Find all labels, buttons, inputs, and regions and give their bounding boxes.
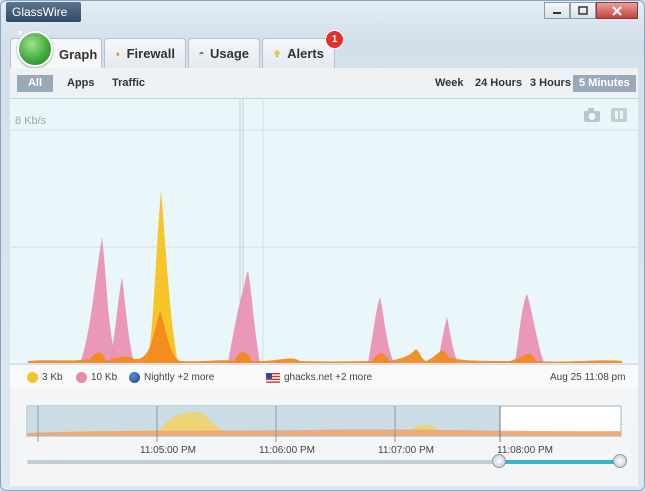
tab-usage[interactable]: Usage bbox=[188, 38, 260, 68]
tab-firewall[interactable]: Firewall bbox=[104, 38, 186, 68]
camera-icon[interactable] bbox=[584, 108, 600, 122]
fire-icon bbox=[116, 51, 120, 56]
filter-all[interactable]: All bbox=[17, 75, 53, 92]
close-icon bbox=[612, 5, 622, 16]
graph-legend: 3 Kb 10 Kb Nightly +2 more ghacks.net +2… bbox=[10, 364, 638, 391]
legend-outgoing[interactable]: 10 Kb bbox=[76, 372, 117, 383]
range-week[interactable]: Week bbox=[429, 75, 470, 92]
incoming-arrow-icon bbox=[27, 372, 38, 383]
close-button[interactable] bbox=[596, 2, 638, 19]
minimize-icon bbox=[553, 11, 561, 14]
usage-icon bbox=[199, 51, 204, 56]
timeline-tick: 11:07:00 PM bbox=[378, 445, 434, 456]
tab-graph-label: Graph bbox=[59, 46, 98, 62]
filter-apps[interactable]: Apps bbox=[61, 75, 101, 92]
legend-incoming[interactable]: 3 Kb bbox=[27, 372, 63, 383]
us-flag-icon bbox=[266, 372, 280, 383]
maximize-button[interactable] bbox=[570, 2, 596, 19]
range-24-hours[interactable]: 24 Hours bbox=[469, 75, 528, 92]
tab-usage-label: Usage bbox=[209, 46, 249, 61]
legend-app[interactable]: Nightly +2 more bbox=[129, 372, 214, 383]
legend-timestamp: Aug 25 11:08 pm bbox=[550, 372, 625, 383]
tab-graph[interactable]: Graph bbox=[10, 31, 102, 69]
timeline-canvas bbox=[26, 405, 622, 464]
legend-incoming-value: 3 Kb bbox=[42, 372, 63, 383]
graph-icon bbox=[17, 31, 53, 67]
timeline-tick: 11:05:00 PM bbox=[140, 445, 196, 456]
app-menu-label: GlassWire bbox=[12, 5, 68, 19]
filter-traffic[interactable]: Traffic bbox=[106, 75, 151, 92]
timeline-end-handle[interactable] bbox=[613, 454, 627, 468]
app-menu-button[interactable]: GlassWire ▼ bbox=[6, 2, 81, 38]
graph-scale-label: 8 Kb/s bbox=[15, 115, 47, 127]
legend-outgoing-value: 10 Kb bbox=[91, 372, 118, 383]
timeline-tick: 11:06:00 PM bbox=[259, 445, 315, 456]
alerts-count-badge: 1 bbox=[325, 30, 344, 49]
timeline-navigator[interactable]: 11:05:00 PM 11:06:00 PM 11:07:00 PM 11:0… bbox=[10, 390, 638, 486]
maximize-icon bbox=[578, 6, 588, 15]
range-3-hours[interactable]: 3 Hours bbox=[524, 75, 577, 92]
traffic-graph-canvas: 8 Kb/s bbox=[10, 99, 638, 363]
legend-host[interactable]: ghacks.net +2 more bbox=[266, 372, 372, 383]
tab-alerts-label: Alerts bbox=[287, 46, 324, 61]
bulb-icon bbox=[274, 49, 280, 57]
outgoing-arrow-icon bbox=[76, 372, 87, 383]
timeline-tick: 11:08:00 PM bbox=[497, 445, 553, 456]
legend-host-label: ghacks.net +2 more bbox=[284, 372, 373, 383]
minimize-button[interactable] bbox=[544, 2, 570, 19]
traffic-graph[interactable]: 8 Kb/s bbox=[10, 99, 638, 363]
app-window: GlassWire ▼ Graph Firewall Usage Alerts bbox=[0, 0, 645, 491]
legend-app-label: Nightly +2 more bbox=[144, 372, 215, 383]
graph-toolbar: All Apps Traffic Week 24 Hours 3 Hours 5… bbox=[10, 68, 638, 99]
timeline-start-handle[interactable] bbox=[492, 454, 506, 468]
window-controls bbox=[544, 2, 638, 19]
legend-time-label: Aug 25 11:08 pm bbox=[550, 372, 626, 383]
tab-alerts[interactable]: Alerts 1 bbox=[262, 30, 344, 68]
app-globe-icon bbox=[129, 372, 140, 383]
range-5-minutes[interactable]: 5 Minutes bbox=[573, 75, 636, 92]
tab-firewall-label: Firewall bbox=[126, 46, 175, 61]
pause-icon[interactable] bbox=[611, 108, 627, 122]
main-tabs: Graph Firewall Usage Alerts 1 bbox=[10, 30, 344, 69]
